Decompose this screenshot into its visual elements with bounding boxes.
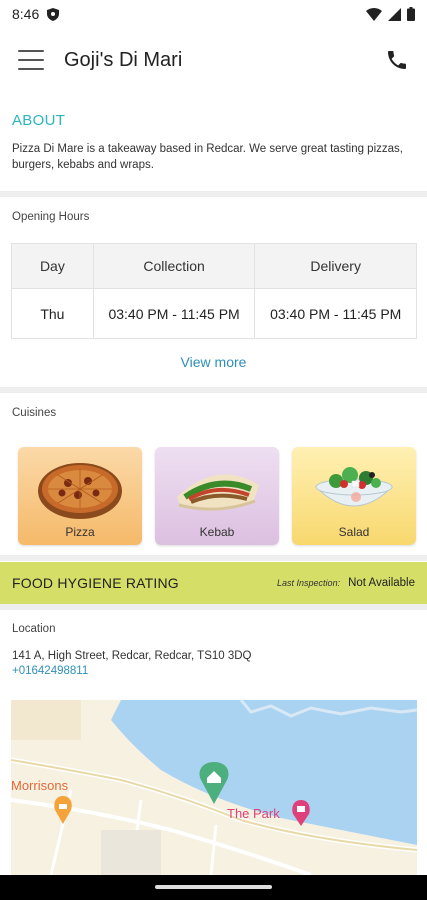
page-title: Goji's Di Mari — [64, 48, 183, 71]
cuisine-card-salad[interactable]: Salad — [292, 447, 416, 545]
status-bar: 8:46 — [0, 0, 427, 28]
section-divider — [0, 191, 427, 197]
cuisine-card-kebab[interactable]: Kebab — [155, 447, 279, 545]
home-gesture-handle[interactable] — [155, 885, 272, 889]
hygiene-title: FOOD HYGIENE RATING — [12, 575, 179, 591]
food-hygiene-bar: FOOD HYGIENE RATING Last Inspection: Not… — [0, 562, 427, 604]
pizza-icon — [38, 463, 122, 519]
status-time: 8:46 — [12, 6, 40, 22]
kebab-icon — [177, 474, 259, 511]
column-header-collection: Collection — [92, 243, 256, 289]
about-title: ABOUT — [12, 112, 66, 129]
section-divider — [0, 387, 427, 393]
day-cell: Thu — [11, 288, 94, 339]
status-right — [366, 7, 415, 21]
signal-icon — [388, 7, 401, 21]
location-label: Location — [12, 623, 56, 635]
battery-icon — [407, 7, 415, 21]
last-inspection-label: Last Inspection: — [277, 578, 341, 588]
table-header-row: Day Collection Delivery — [11, 243, 417, 289]
navigation-gesture-bar — [0, 875, 427, 900]
last-inspection-value: Not Available — [348, 577, 415, 589]
map-label-park: The Park — [227, 806, 280, 821]
location-map[interactable]: Morrisons The Park — [11, 700, 417, 875]
opening-hours-label: Opening Hours — [12, 211, 90, 223]
collection-cell: 03:40 PM - 11:45 PM — [92, 288, 256, 339]
about-text: Pizza Di Mare is a takeaway based in Red… — [12, 143, 403, 171]
map-canvas: Morrisons The Park — [11, 700, 417, 875]
phone-icon[interactable] — [385, 48, 409, 72]
table-row: Thu 03:40 PM - 11:45 PM 03:40 PM - 11:45… — [11, 288, 417, 339]
section-divider — [0, 604, 427, 610]
cuisine-label: Kebab — [199, 525, 235, 539]
salad-icon — [314, 467, 394, 507]
cuisine-label: Pizza — [65, 525, 95, 539]
cuisine-card-pizza[interactable]: Pizza — [18, 447, 142, 545]
map-label-morrisons: Morrisons — [11, 778, 69, 793]
status-left: 8:46 — [12, 6, 60, 22]
delivery-cell: 03:40 PM - 11:45 PM — [254, 288, 417, 339]
location-phone-link[interactable]: +01642498811 — [12, 665, 88, 677]
column-header-day: Day — [11, 243, 94, 289]
column-header-delivery: Delivery — [254, 243, 417, 289]
app-bar: Goji's Di Mari — [0, 28, 427, 92]
opening-hours-table: Day Collection Delivery Thu 03:40 PM - 1… — [11, 243, 417, 339]
section-divider — [0, 555, 427, 561]
cuisine-label: Salad — [338, 525, 370, 539]
view-more-link[interactable]: View more — [0, 354, 427, 370]
cuisines-label: Cuisines — [12, 407, 57, 419]
shield-icon — [47, 7, 60, 21]
about-section: ABOUT Pizza Di Mare is a takeaway based … — [0, 106, 427, 173]
wifi-icon — [366, 7, 382, 21]
location-address: 141 A, High Street, Redcar, Redcar, TS10… — [12, 650, 252, 662]
cuisine-list: Pizza Kebab Salad — [18, 447, 416, 545]
hamburger-menu-icon[interactable] — [18, 50, 44, 70]
